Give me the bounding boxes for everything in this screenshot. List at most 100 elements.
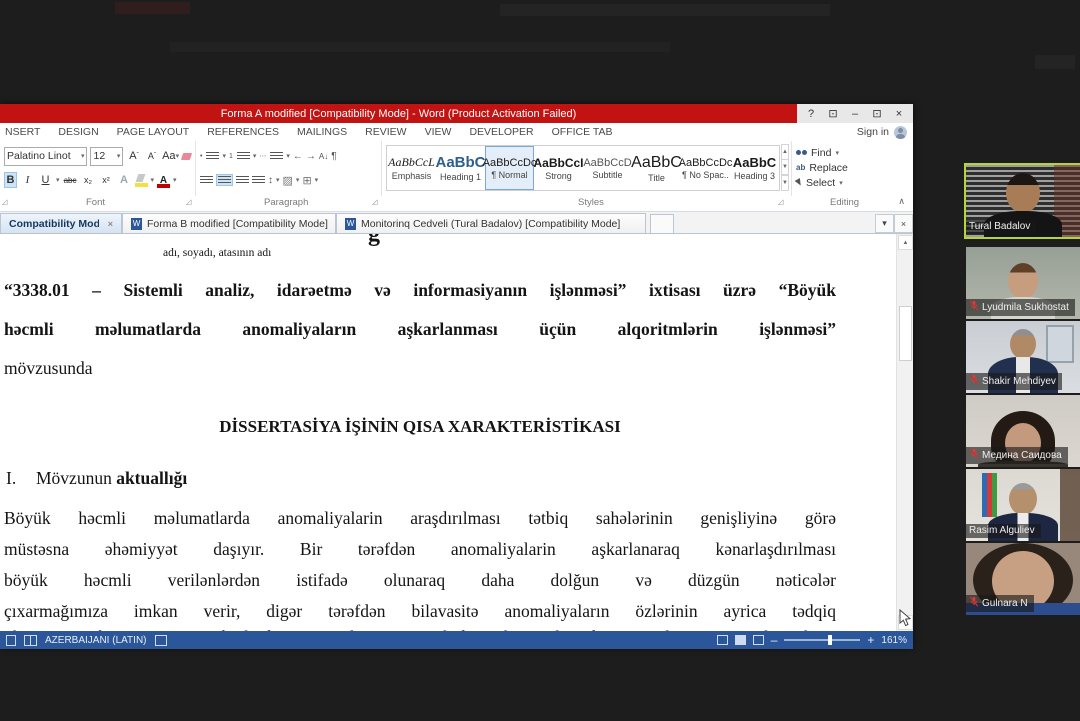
line-spacing-icon[interactable]: ↕ (268, 175, 273, 186)
grow-font-button[interactable]: Aˆ (126, 148, 141, 164)
underline-button[interactable]: U (38, 172, 53, 188)
font-dialog-launcher-icon[interactable]: ◿ (186, 198, 191, 206)
justify-icon[interactable] (252, 176, 265, 185)
scroll-up-icon[interactable]: ▲ (898, 235, 913, 250)
style-strong[interactable]: AaBbCcI Strong (534, 146, 583, 190)
participant-video[interactable]: Lyudmila Sukhostat (966, 247, 1080, 319)
close-document-icon[interactable]: × (894, 214, 913, 233)
paragraph-dialog-launcher-icon[interactable]: ◿ (372, 198, 377, 206)
doc-tab-forma-b[interactable]: W Forma B modified [Compatibility Mode] (122, 213, 336, 233)
chevron-down-icon[interactable]: ▾ (173, 176, 177, 184)
bold-button[interactable]: B (4, 172, 17, 188)
font-name-combobox[interactable]: Palatino Linot ▾ (4, 147, 87, 166)
style-heading-1[interactable]: AaBbC Heading 1 (436, 146, 485, 190)
participant-video[interactable]: Медина Саидова (966, 395, 1080, 467)
tab-view[interactable]: VIEW (416, 126, 461, 138)
style-subtitle[interactable]: AaBbCcD Subtitle (583, 146, 632, 190)
align-left-icon[interactable] (200, 176, 213, 185)
tab-office-tab[interactable]: OFFICE TAB (543, 126, 622, 138)
tab-review[interactable]: REVIEW (356, 126, 415, 138)
print-layout-icon[interactable] (735, 635, 746, 645)
multilevel-list-icon[interactable] (270, 152, 283, 161)
shading-icon[interactable]: ▨ (283, 174, 293, 187)
sign-in[interactable]: Sign in (857, 126, 913, 139)
participant-video[interactable]: Rasim Alguliev (966, 469, 1080, 541)
proofing-icon[interactable] (24, 635, 37, 646)
style-emphasis[interactable]: AaBbCcL Emphasis (387, 146, 436, 190)
zoom-slider[interactable] (784, 639, 860, 641)
clear-formatting-icon[interactable] (181, 153, 193, 160)
doc-tab-monitoring[interactable]: W Monitorinq Cedveli (Tural Badalov) [Co… (336, 213, 646, 233)
page-info-icon[interactable] (6, 635, 16, 646)
replace-button[interactable]: ab Replace (796, 160, 885, 175)
document-canvas[interactable]: ğ adı, soyadı, atasının adı “3338.01 – S… (0, 234, 913, 631)
change-case-button[interactable]: Aa▾ (162, 148, 178, 164)
macro-record-icon[interactable] (155, 635, 167, 646)
numbered-list-icon[interactable] (237, 152, 250, 161)
scroll-down-icon[interactable]: ▼ (781, 159, 789, 175)
find-button[interactable]: Find ▾ (796, 145, 885, 160)
chevron-down-icon[interactable]: ▾ (151, 176, 155, 184)
increase-indent-icon[interactable]: → (306, 151, 316, 162)
sort-icon[interactable]: A↓ (319, 152, 328, 161)
background-artifact (115, 2, 190, 14)
word-doc-icon: W (131, 218, 142, 230)
borders-icon[interactable]: ⊞ (302, 174, 311, 187)
participant-video[interactable]: Tural Badalov (966, 165, 1080, 237)
more-styles-icon[interactable]: ▼ (781, 174, 789, 191)
subscript-button[interactable]: x₂ (81, 172, 96, 188)
document-line: həcmli məlumatlarda anomaliyaların aşkar… (4, 319, 836, 340)
italic-button[interactable]: I (20, 172, 35, 188)
vertical-scrollbar[interactable]: ▲ ▼ (896, 234, 913, 631)
superscript-button[interactable]: x² (99, 172, 114, 188)
web-layout-icon[interactable] (753, 635, 764, 645)
pilcrow-icon[interactable]: ¶ (331, 151, 336, 162)
decrease-indent-icon[interactable]: ← (293, 151, 303, 162)
style-no-spacing[interactable]: AaBbCcDc ¶ No Spac... (681, 146, 730, 190)
text-effects-button[interactable]: A (117, 172, 132, 188)
scrollbar-thumb[interactable] (899, 306, 912, 361)
close-tab-icon[interactable]: × (108, 219, 113, 229)
styles-dialog-launcher-icon[interactable]: ◿ (778, 198, 783, 206)
language-indicator[interactable]: AZERBAIJANI (LATIN) (45, 635, 147, 646)
style-normal[interactable]: AaBbCcDc ¶ Normal (485, 146, 534, 190)
participant-video[interactable]: Shakir Mehdiyev (966, 321, 1080, 393)
style-heading-3[interactable]: AaBbC Heading 3 (730, 146, 779, 190)
collapse-ribbon-icon[interactable]: ∧ (898, 196, 905, 207)
strikethrough-button[interactable]: abc (63, 172, 78, 188)
document-line: çıxarmağımıza imkan verir, digər tərəfdə… (4, 601, 836, 622)
participant-name-label: Lyudmila Sukhostat (966, 299, 1075, 316)
highlight-color-icon[interactable] (135, 174, 148, 187)
font-size-combobox[interactable]: 12 ▾ (90, 147, 123, 166)
tab-mailings[interactable]: MAILINGS (288, 126, 356, 138)
shrink-font-button[interactable]: Aˇ (144, 148, 159, 164)
tab-page-layout[interactable]: PAGE LAYOUT (108, 126, 199, 138)
scroll-up-icon[interactable]: ▲ (781, 144, 789, 160)
tab-developer[interactable]: DEVELOPER (460, 126, 542, 138)
bullet-list-icon[interactable] (206, 152, 219, 161)
minimize-icon[interactable]: – (847, 108, 863, 120)
new-tab-button[interactable] (650, 214, 674, 233)
tab-list-dropdown-icon[interactable]: ▾ (875, 214, 894, 233)
doc-tab-forma-a[interactable]: Compatibility Mode] × (0, 213, 122, 233)
restore-icon[interactable]: ⊡ (869, 107, 885, 120)
read-mode-icon[interactable] (717, 635, 728, 645)
select-button[interactable]: Select ▾ (796, 175, 885, 190)
tab-design[interactable]: DESIGN (49, 126, 107, 138)
zoom-slider-thumb[interactable] (828, 635, 832, 645)
align-right-icon[interactable] (236, 176, 249, 185)
chevron-down-icon[interactable]: ▾ (56, 176, 60, 184)
ribbon-options-icon[interactable]: ⊡ (825, 107, 841, 120)
styles-scroll: ▲ ▼ ▼ (781, 145, 789, 191)
zoom-level[interactable]: 161% (881, 635, 907, 646)
close-icon[interactable]: × (891, 108, 907, 120)
font-color-button[interactable]: A (157, 175, 170, 186)
align-center-icon[interactable] (216, 174, 233, 186)
style-title[interactable]: AaBbC Title (632, 146, 681, 190)
zoom-in-button[interactable]: + (867, 633, 874, 647)
tab-references[interactable]: REFERENCES (198, 126, 288, 138)
tab-insert[interactable]: NSERT (0, 126, 49, 138)
help-icon[interactable]: ? (803, 108, 819, 120)
participant-video[interactable]: Gulnara N (966, 543, 1080, 615)
zoom-out-button[interactable]: – (771, 633, 778, 647)
